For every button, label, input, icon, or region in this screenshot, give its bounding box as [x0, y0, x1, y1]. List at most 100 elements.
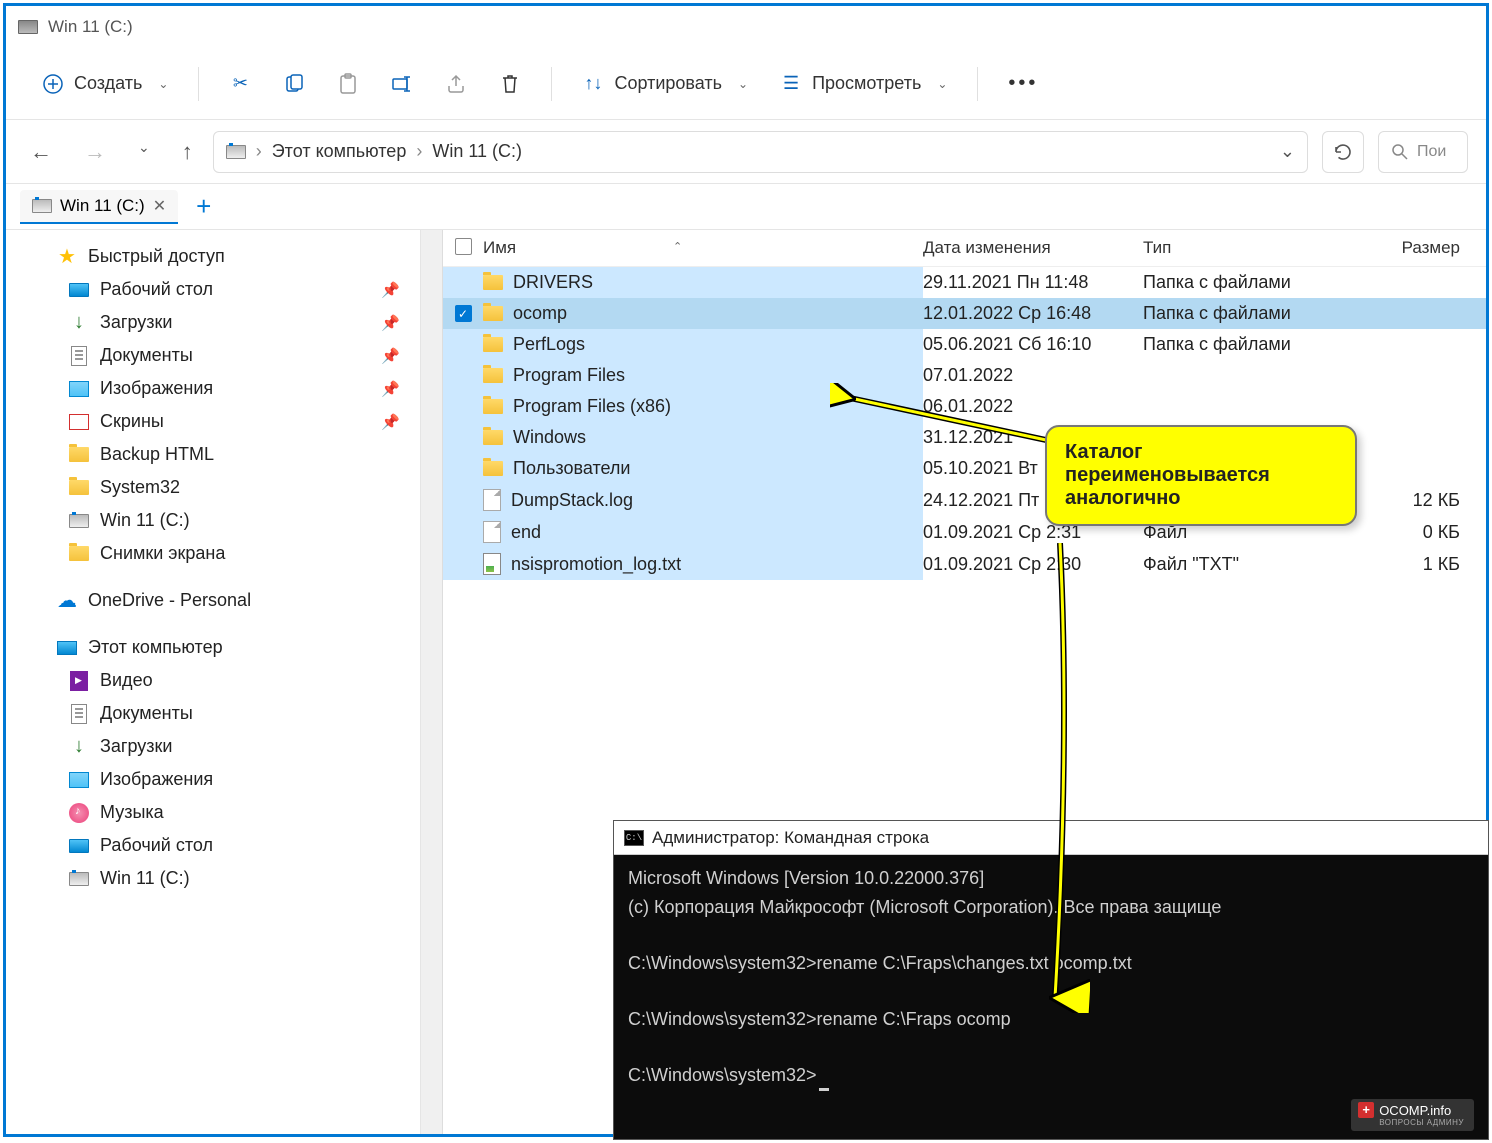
text-file-icon: [483, 553, 501, 575]
chevron-down-icon[interactable]: ⌄: [132, 135, 156, 169]
desktop-icon: [69, 839, 89, 853]
copy-icon: [283, 73, 305, 95]
sidebar-item-downloads[interactable]: ↓Загрузки📌: [6, 306, 420, 339]
file-row[interactable]: PerfLogs05.06.2021 Сб 16:10Папка с файла…: [443, 329, 1486, 360]
file-icon: [483, 521, 501, 543]
folder-icon: [483, 430, 503, 445]
sidebar-item-quick-access[interactable]: ★Быстрый доступ: [6, 240, 420, 273]
sort-button[interactable]: ↑↓ Сортировать ⌄: [566, 63, 764, 105]
pin-icon: 📌: [381, 281, 400, 299]
rename-button[interactable]: [375, 63, 429, 105]
cmd-output: Microsoft Windows [Version 10.0.22000.37…: [614, 855, 1488, 1101]
sidebar-item-win11b[interactable]: Win 11 (C:): [6, 862, 420, 895]
sort-indicator-icon: ⌃: [673, 240, 682, 253]
titlebar: Win 11 (C:): [6, 6, 1486, 48]
window-title: Win 11 (C:): [48, 17, 133, 37]
close-icon[interactable]: ✕: [153, 196, 166, 216]
copy-button[interactable]: [267, 63, 321, 105]
folder-icon: [69, 480, 89, 495]
select-all-checkbox[interactable]: [455, 238, 472, 255]
sidebar-item-documents2[interactable]: Документы: [6, 697, 420, 730]
file-row[interactable]: nsispromotion_log.txt01.09.2021 Ср 2:30Ф…: [443, 548, 1486, 580]
sidebar-item-pictures[interactable]: Изображения📌: [6, 372, 420, 405]
rename-icon: [391, 73, 413, 95]
pin-icon: 📌: [381, 347, 400, 365]
file-row[interactable]: Program Files07.01.2022: [443, 360, 1486, 391]
column-name[interactable]: Имя⌃: [483, 238, 923, 258]
column-date[interactable]: Дата изменения: [923, 238, 1143, 258]
search-input[interactable]: Пои: [1378, 131, 1468, 173]
video-icon: [70, 671, 88, 691]
drive-icon: [226, 145, 246, 159]
pin-icon: 📌: [381, 380, 400, 398]
sidebar-item-win11[interactable]: Win 11 (C:): [6, 504, 420, 537]
column-headers: Имя⌃ Дата изменения Тип Размер: [443, 230, 1486, 267]
chevron-down-icon: ⌄: [158, 77, 168, 91]
share-button[interactable]: [429, 63, 483, 105]
pin-icon: 📌: [381, 413, 400, 431]
cmd-titlebar[interactable]: C:\ Администратор: Командная строка: [614, 821, 1488, 855]
file-row[interactable]: Program Files (x86)06.01.2022: [443, 391, 1486, 422]
sidebar-item-screens[interactable]: Скрины📌: [6, 405, 420, 438]
back-button[interactable]: ←: [24, 135, 58, 169]
sidebar-item-desktop2[interactable]: Рабочий стол: [6, 829, 420, 862]
more-button[interactable]: •••: [992, 62, 1054, 105]
checkbox-checked-icon[interactable]: ✓: [455, 305, 472, 322]
create-button[interactable]: Создать ⌄: [26, 63, 184, 105]
cut-button[interactable]: ✂: [213, 63, 267, 105]
file-name: PerfLogs: [513, 334, 585, 355]
delete-button[interactable]: [483, 63, 537, 105]
sidebar-item-documents[interactable]: Документы📌: [6, 339, 420, 372]
trash-icon: [499, 73, 521, 95]
folder-icon: [483, 337, 503, 352]
drive-icon: [18, 20, 38, 34]
address-bar[interactable]: › Этот компьютер › Win 11 (C:) ⌄: [213, 131, 1308, 173]
annotation-callout: Каталог переименовывается аналогично: [1045, 425, 1357, 526]
sidebar-item-downloads2[interactable]: ↓Загрузки: [6, 730, 420, 763]
chevron-down-icon[interactable]: ⌄: [1280, 141, 1295, 162]
sidebar-item-thispc[interactable]: Этот компьютер: [6, 631, 420, 664]
up-button[interactable]: ↑: [176, 135, 199, 169]
screenshot-icon: [69, 414, 89, 430]
sidebar-item-pictures2[interactable]: Изображения: [6, 763, 420, 796]
image-icon: [69, 381, 89, 397]
file-date: 07.01.2022: [923, 365, 1143, 386]
sidebar-item-music[interactable]: Музыка: [6, 796, 420, 829]
music-icon: [69, 803, 89, 823]
folder-icon: [483, 306, 503, 321]
sidebar-item-backup[interactable]: Backup HTML: [6, 438, 420, 471]
scissors-icon: ✂: [229, 73, 251, 95]
file-row[interactable]: DRIVERS29.11.2021 Пн 11:48Папка с файлам…: [443, 267, 1486, 298]
add-tab-button[interactable]: +: [196, 191, 211, 222]
tab-win11[interactable]: Win 11 (C:) ✕: [20, 190, 178, 224]
sidebar: ★Быстрый доступ Рабочий стол📌 ↓Загрузки📌…: [6, 230, 421, 1134]
sidebar-item-video[interactable]: Видео: [6, 664, 420, 697]
scrollbar[interactable]: [421, 230, 443, 1134]
forward-button[interactable]: →: [78, 135, 112, 169]
tabs: Win 11 (C:) ✕ +: [6, 184, 1486, 230]
file-name: end: [511, 522, 541, 543]
file-name: Windows: [513, 427, 586, 448]
file-name: DRIVERS: [513, 272, 593, 293]
file-row[interactable]: ✓ocomp12.01.2022 Ср 16:48Папка с файлами: [443, 298, 1486, 329]
view-button[interactable]: ☰ Просмотреть ⌄: [764, 63, 963, 105]
column-size[interactable]: Размер: [1343, 238, 1486, 258]
column-type[interactable]: Тип: [1143, 238, 1343, 258]
sidebar-item-onedrive[interactable]: ☁OneDrive - Personal: [6, 584, 420, 617]
file-name: Program Files (x86): [513, 396, 671, 417]
sidebar-item-desktop[interactable]: Рабочий стол📌: [6, 273, 420, 306]
file-date: 29.11.2021 Пн 11:48: [923, 272, 1143, 293]
file-size: 0 КБ: [1343, 522, 1486, 543]
refresh-button[interactable]: [1322, 131, 1364, 173]
folder-icon: [483, 275, 503, 290]
paste-button[interactable]: [321, 63, 375, 105]
cmd-icon: C:\: [624, 830, 644, 846]
sidebar-item-system32[interactable]: System32: [6, 471, 420, 504]
file-name: nsispromotion_log.txt: [511, 554, 681, 575]
document-icon: [71, 704, 87, 724]
file-size: 12 КБ: [1343, 490, 1486, 511]
folder-icon: [483, 399, 503, 414]
pin-icon: 📌: [381, 314, 400, 332]
file-type: Файл "TXT": [1143, 554, 1343, 575]
sidebar-item-screenshots[interactable]: Снимки экрана: [6, 537, 420, 570]
